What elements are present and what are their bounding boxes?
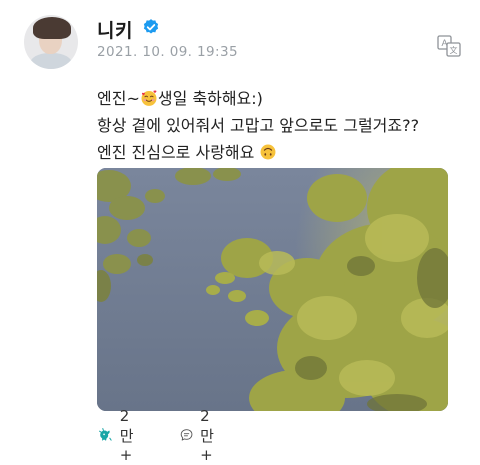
upside-down-face-icon: [260, 144, 276, 160]
post-line-1: 엔진~ 생일 축하해요:): [97, 85, 419, 112]
like-button[interactable]: 2만+: [97, 407, 143, 464]
avatar[interactable]: [24, 15, 78, 69]
svg-text:文: 文: [450, 45, 458, 55]
post-line-1-text-b: 생일 축하해요:): [157, 89, 263, 108]
post-body: 엔진~ 생일 축하해요:) 항상 곁에 있어줘서 고맙고 앞으로도 그럴거죠??…: [97, 85, 419, 166]
post-line-1-text-a: 엔진~: [97, 89, 140, 108]
post-line-3: 엔진 진심으로 사랑해요: [97, 139, 419, 166]
avatar-body-shape: [30, 53, 72, 69]
comment-button[interactable]: 2만+: [179, 407, 223, 464]
translate-icon[interactable]: A 文: [437, 35, 461, 57]
verified-badge-icon: [143, 19, 159, 34]
smiling-face-with-hearts-icon: [141, 90, 157, 106]
like-count: 2만+: [119, 406, 134, 464]
tree-photo-image: [97, 168, 448, 411]
post-line-2: 항상 곁에 있어줘서 고맙고 앞으로도 그럴거죠??: [97, 116, 420, 135]
post-timestamp: 2021. 10. 09. 19:35: [97, 44, 238, 60]
post-line-3-text: 엔진 진심으로 사랑해요: [97, 143, 255, 162]
comment-count: 2만+: [200, 406, 214, 464]
post-photo[interactable]: [97, 168, 448, 411]
like-icon: [99, 428, 112, 441]
comment-icon: [180, 429, 193, 441]
author-name[interactable]: 니키: [97, 16, 133, 43]
avatar-hair-shape: [33, 17, 71, 39]
